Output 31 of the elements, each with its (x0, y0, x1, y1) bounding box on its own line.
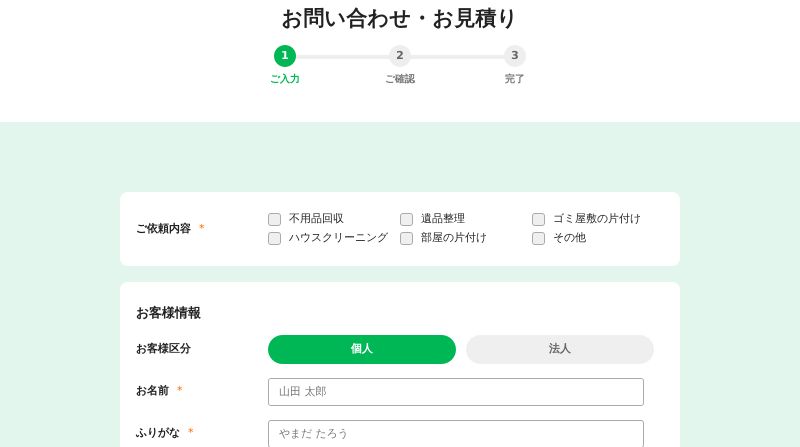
checkbox[interactable] (532, 213, 545, 226)
required-mark: * (199, 220, 204, 237)
step-label: ご確認 (385, 72, 415, 87)
checkbox-label: その他 (553, 230, 586, 246)
required-mark: * (177, 383, 182, 400)
field-label: お名前 (136, 383, 169, 400)
checkbox-label: ハウスクリーニング (289, 230, 388, 246)
checkbox-label: 遺品整理 (421, 211, 465, 228)
required-mark: * (188, 425, 194, 442)
checkbox[interactable] (400, 213, 413, 226)
segment-button[interactable]: 法人 (466, 335, 654, 364)
page-title: お問い合わせ・お見積り (282, 5, 518, 32)
checkbox[interactable] (268, 213, 281, 226)
checkbox[interactable] (532, 232, 545, 245)
checkbox-label: 部屋の片付け (421, 230, 487, 246)
section-heading: お客様情報 (136, 304, 202, 323)
step-label: ご入力 (270, 72, 300, 87)
field-label: ふりがな (136, 425, 180, 442)
step-number: 2 (389, 45, 411, 67)
field-label: お客様区分 (136, 341, 192, 358)
checkbox-label: ゴミ屋敷の片付け (553, 211, 641, 228)
input-field[interactable]: 山田 太郎 (268, 378, 644, 406)
step-label: 完了 (505, 72, 525, 87)
step-number: 3 (504, 45, 526, 67)
checkbox[interactable] (400, 232, 413, 245)
step-number: 1 (274, 45, 296, 67)
checkbox-label: 不用品回収 (289, 211, 344, 228)
input-field[interactable]: やまだ たろう (268, 420, 644, 447)
segment-button[interactable]: 個人 (268, 335, 456, 364)
checkbox[interactable] (268, 232, 281, 245)
field-label: ご依頼内容 (136, 220, 191, 237)
